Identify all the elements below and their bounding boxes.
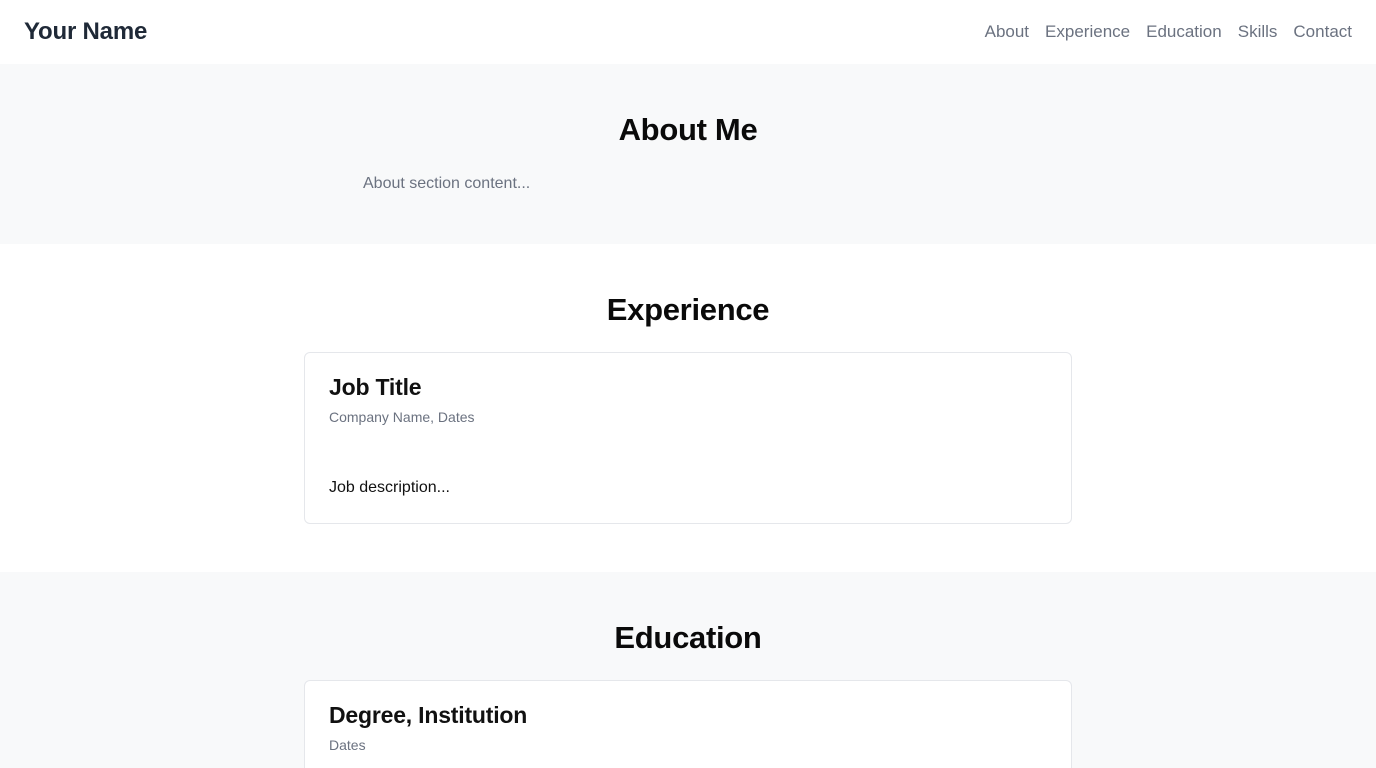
nav-link-experience[interactable]: Experience [1045,22,1130,42]
experience-heading: Experience [606,292,770,327]
job-title: Job Title [329,374,422,400]
nav-link-about[interactable]: About [985,22,1029,42]
job-card: Job Title Company Name, Dates Job descri… [304,352,1072,524]
job-company-dates: Company Name, Dates [329,409,475,425]
education-dates: Dates [329,737,366,753]
top-navbar: Your Name About Experience Education Ski… [0,0,1376,64]
nav-link-education[interactable]: Education [1146,22,1222,42]
brand-name[interactable]: Your Name [24,18,147,46]
education-card: Degree, Institution Dates [304,680,1072,768]
experience-section: Experience Job Title Company Name, Dates… [0,244,1376,572]
education-section: Education Degree, Institution Dates [0,572,1376,768]
about-heading: About Me [618,112,758,147]
about-content: About section content... [363,175,531,192]
job-description: Job description... [329,479,450,496]
nav-link-contact[interactable]: Contact [1293,22,1352,42]
nav-menu: About Experience Education Skills Contac… [985,22,1352,42]
about-section: About Me About section content... [0,64,1376,244]
education-heading: Education [614,620,762,655]
nav-link-skills[interactable]: Skills [1238,22,1278,42]
degree-title: Degree, Institution [329,702,528,728]
